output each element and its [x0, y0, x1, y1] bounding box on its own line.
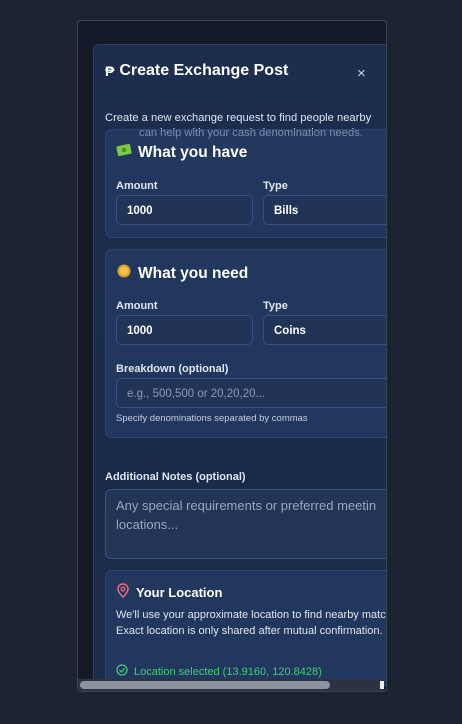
have-amount-label: Amount: [116, 180, 158, 192]
have-type-label: Type: [263, 180, 288, 192]
notes-placeholder-line-1: Any special requirements or preferred me…: [116, 498, 377, 513]
peso-icon: ₱: [105, 63, 115, 79]
horizontal-scrollbar[interactable]: [78, 679, 384, 691]
need-type-label: Type: [263, 300, 288, 312]
have-type-select[interactable]: Bills: [263, 195, 386, 225]
need-heading: What you need: [116, 263, 248, 284]
modal-title-text: Create Exchange Post: [119, 62, 289, 79]
close-button[interactable]: ×: [357, 65, 366, 82]
need-title: What you need: [138, 264, 249, 282]
have-section: What you have Amount 1000 Type Bills: [105, 129, 386, 238]
notes-placeholder-line-2: locations...: [116, 517, 179, 532]
breakdown-label: Breakdown (optional): [116, 363, 229, 375]
have-amount-input[interactable]: 1000: [116, 195, 253, 225]
need-type-select[interactable]: Coins: [263, 315, 386, 345]
need-amount-label: Amount: [116, 300, 158, 312]
location-description: We'll use your approximate location to f…: [116, 609, 387, 637]
breakdown-input[interactable]: e.g., 500,500 or 20,20,20...: [116, 378, 386, 408]
scrollbar-thumb[interactable]: [80, 681, 330, 689]
location-status: Location selected (13.9160, 120.8428): [116, 664, 322, 679]
have-title: What you have: [138, 143, 248, 161]
modal-title: ₱ Create Exchange Post: [105, 62, 288, 80]
scrollbar-end: [380, 681, 384, 689]
need-amount-input[interactable]: 1000: [116, 315, 253, 345]
notes-textarea[interactable]: Any special requirements or preferred me…: [105, 489, 386, 559]
location-section: Your Location We'll use your approximate…: [105, 570, 387, 685]
create-exchange-modal: ₱ Create Exchange Post × Create a new ex…: [93, 44, 387, 686]
need-section: What you need Amount 1000 Type Coins Bre…: [105, 249, 386, 438]
check-circle-icon: [116, 664, 128, 679]
map-pin-icon: [117, 583, 129, 601]
location-heading: Your Location: [117, 583, 222, 601]
location-title: Your Location: [136, 584, 223, 600]
app-frame: ₱ Create Exchange Post × Create a new ex…: [77, 20, 387, 692]
notes-label: Additional Notes (optional): [105, 471, 246, 483]
breakdown-help-text: Specify denominations separated by comma…: [116, 413, 308, 424]
have-heading: What you have: [116, 143, 247, 162]
subtitle-line-1: Create a new exchange request to find pe…: [105, 112, 372, 124]
coin-icon: [116, 263, 132, 284]
location-status-text: Location selected (13.9160, 120.8428): [134, 665, 322, 678]
cash-icon: [116, 143, 132, 162]
